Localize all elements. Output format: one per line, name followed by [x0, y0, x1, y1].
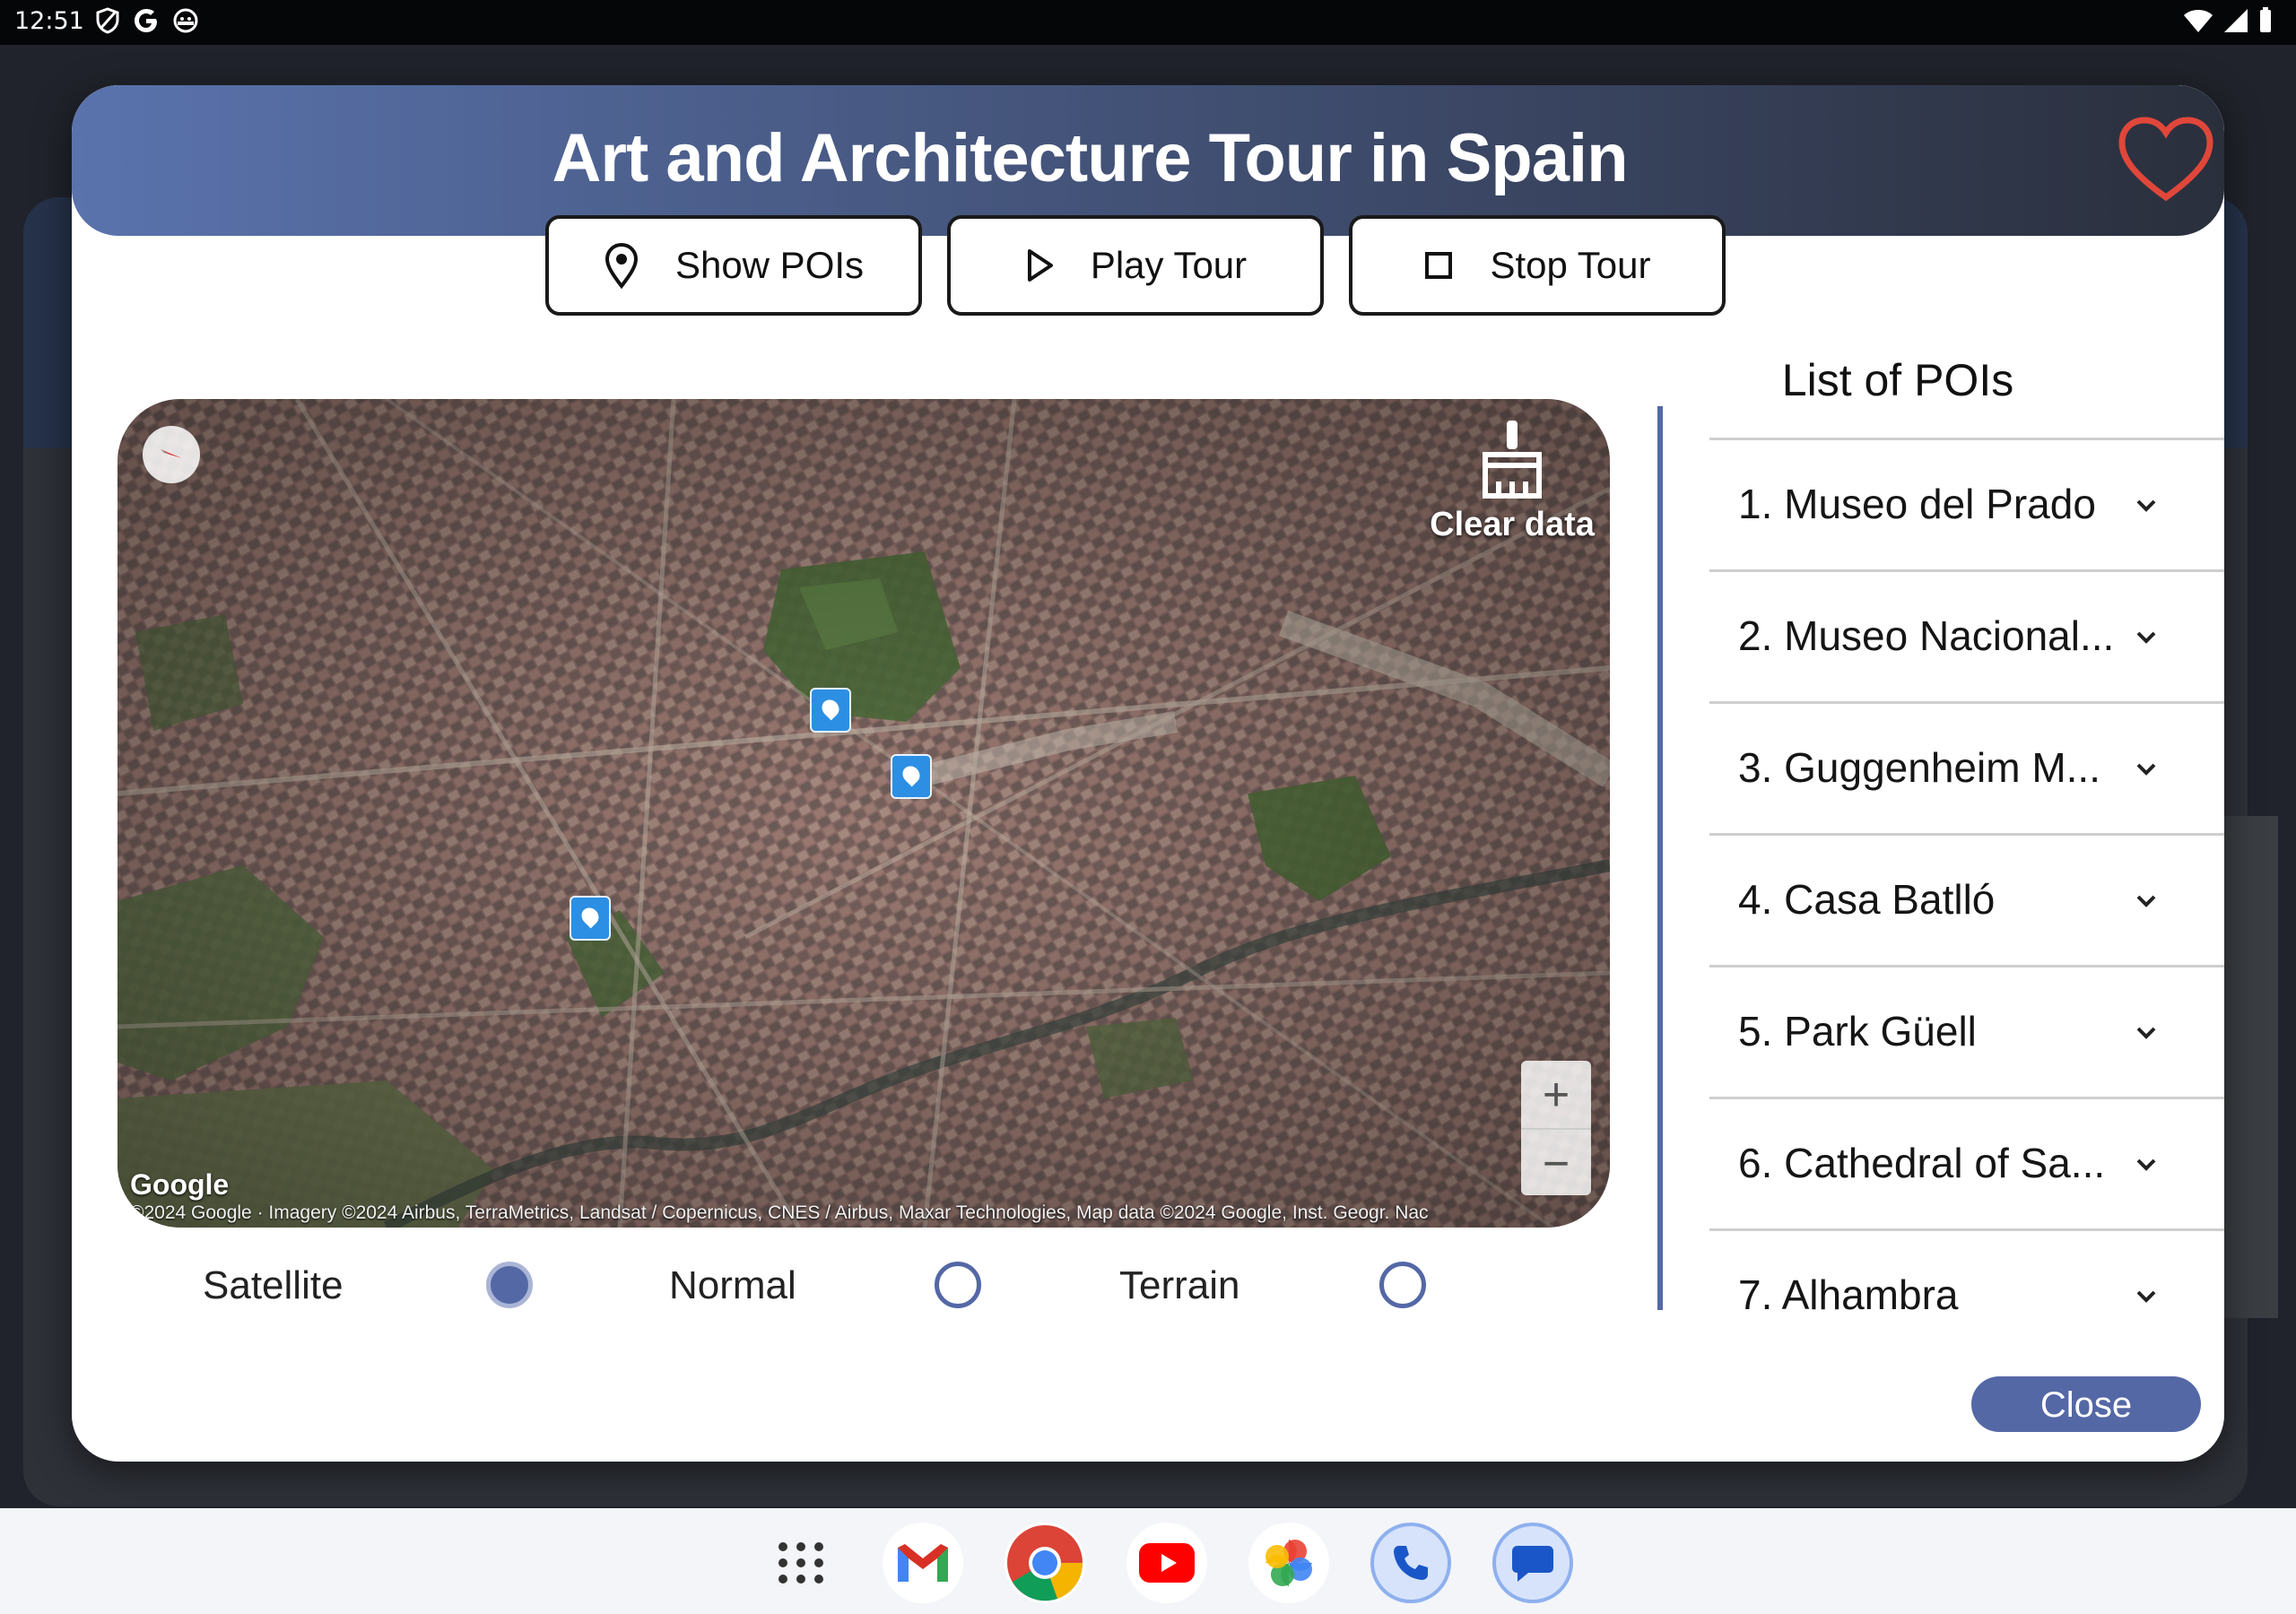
show-pois-button[interactable]: Show POIs: [545, 215, 922, 316]
youtube-icon[interactable]: [1126, 1523, 1207, 1603]
poi-list-item[interactable]: 2. Museo Nacional...: [1709, 569, 2224, 701]
poi-list-item[interactable]: 4. Casa Batlló: [1709, 833, 2224, 965]
poi-item-label: 1. Museo del Prado: [1738, 481, 2096, 527]
poi-marker[interactable]: [891, 754, 932, 799]
poi-list-title: List of POIs: [1781, 355, 2014, 405]
close-button[interactable]: Close: [1971, 1376, 2201, 1432]
messages-icon[interactable]: [1492, 1523, 1573, 1603]
shield-icon: [96, 7, 119, 34]
show-pois-label: Show POIs: [674, 244, 865, 286]
clear-data-label: Clear data: [1430, 506, 1595, 543]
satellite-imagery: [117, 399, 1610, 1228]
dialog-title: Art and Architecture Tour in Spain: [552, 120, 1629, 196]
zoom-in-button[interactable]: +: [1521, 1061, 1591, 1128]
poi-item-label: 4. Casa Batlló: [1738, 876, 1996, 923]
gmail-icon[interactable]: [883, 1523, 963, 1603]
cellular-signal-icon: [2224, 9, 2248, 32]
poi-list-item[interactable]: 5. Park Güell: [1709, 965, 2224, 1097]
poi-list-item[interactable]: 3. Guggenheim M...: [1709, 701, 2224, 833]
background-panel: [2224, 816, 2278, 1318]
google-logo: Google: [130, 1168, 230, 1201]
poi-marker[interactable]: [810, 688, 851, 733]
compass-button[interactable]: [143, 426, 200, 483]
wifi-icon: [2184, 10, 2213, 32]
poi-item-label: 3. Guggenheim M...: [1738, 744, 2100, 791]
normal-label: Normal: [669, 1263, 796, 1307]
poi-list-item[interactable]: 1. Museo del Prado: [1709, 438, 2224, 569]
play-tour-label: Play Tour: [1090, 244, 1248, 286]
map-type-selector: Satellite Normal Terrain: [72, 1251, 1614, 1332]
chevron-down-icon[interactable]: [2131, 1281, 2161, 1312]
normal-radio[interactable]: [935, 1262, 981, 1308]
tour-dialog: Art and Architecture Tour in Spain Show …: [72, 85, 2224, 1462]
tour-actions: Show POIs Play Tour Stop Tour: [545, 215, 1726, 316]
poi-list-item[interactable]: 6. Cathedral of Sa...: [1709, 1097, 2224, 1228]
stop-icon: [1425, 252, 1453, 279]
zoom-out-button[interactable]: −: [1521, 1128, 1591, 1197]
phone-icon[interactable]: [1370, 1523, 1451, 1603]
android-icon: [173, 8, 198, 33]
chevron-down-icon[interactable]: [2131, 886, 2161, 916]
chevron-down-icon[interactable]: [2131, 622, 2161, 653]
chevron-down-icon[interactable]: [2131, 1150, 2161, 1180]
terrain-radio[interactable]: [1379, 1262, 1426, 1308]
battery-icon: [2260, 7, 2271, 32]
satellite-radio[interactable]: [486, 1262, 533, 1308]
play-icon: [1027, 249, 1053, 282]
heart-icon[interactable]: [2117, 112, 2215, 211]
poi-marker[interactable]: [570, 896, 611, 941]
google-g-icon: [135, 9, 157, 32]
status-time: 12:51: [14, 7, 84, 35]
chevron-down-icon[interactable]: [2131, 754, 2161, 785]
compass-icon: [161, 449, 182, 458]
vertical-divider: [1657, 406, 1663, 1310]
poi-item-label: 5. Park Güell: [1738, 1008, 1977, 1054]
app-drawer-icon[interactable]: [761, 1523, 841, 1603]
chrome-icon[interactable]: [1004, 1523, 1085, 1603]
stop-tour-button[interactable]: Stop Tour: [1349, 215, 1726, 316]
dialog-header: Art and Architecture Tour in Spain: [72, 85, 2224, 236]
play-tour-button[interactable]: Play Tour: [947, 215, 1324, 316]
photos-icon[interactable]: [1248, 1523, 1329, 1603]
status-bar: 12:51: [0, 0, 2296, 45]
taskbar: [0, 1508, 2296, 1614]
broom-icon: [1483, 421, 1542, 499]
map-view[interactable]: Clear data + − Google ©2024 Google · Ima…: [117, 399, 1610, 1228]
zoom-controls: + −: [1521, 1061, 1591, 1195]
poi-item-label: 7. Alhambra: [1738, 1271, 1959, 1318]
location-pin-icon: [604, 242, 638, 289]
poi-item-label: 2. Museo Nacional...: [1738, 612, 2115, 659]
clear-data-button[interactable]: Clear data: [1422, 419, 1602, 544]
stop-tour-label: Stop Tour: [1490, 244, 1651, 286]
poi-list-item[interactable]: 7. Alhambra: [1709, 1228, 2224, 1360]
chevron-down-icon[interactable]: [2131, 490, 2161, 521]
poi-list: 1. Museo del Prado 2. Museo Nacional... …: [1709, 438, 2224, 1360]
satellite-label: Satellite: [203, 1263, 344, 1307]
terrain-label: Terrain: [1119, 1263, 1240, 1307]
poi-item-label: 6. Cathedral of Sa...: [1738, 1140, 2106, 1186]
chevron-down-icon[interactable]: [2131, 1018, 2161, 1048]
map-attribution: ©2024 Google · Imagery ©2024 Airbus, Ter…: [130, 1202, 1429, 1223]
